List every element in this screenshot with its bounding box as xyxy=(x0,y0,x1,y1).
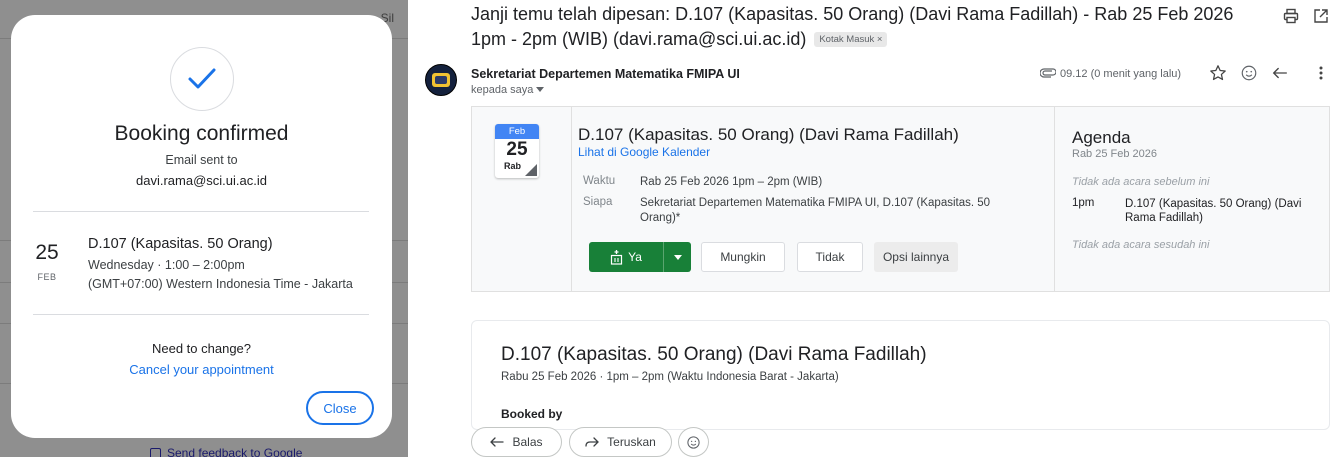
divider xyxy=(33,314,369,315)
booking-confirmation-dialog: Booking confirmed Email sent to davi.ram… xyxy=(11,15,392,438)
rsvp-more-options-button[interactable]: Opsi lainnya xyxy=(874,242,958,272)
who-label: Siapa xyxy=(583,196,613,208)
avatar-logo-shape xyxy=(435,76,447,84)
event-timezone: (GMT+07:00) Western Indonesia Time - Jak… xyxy=(88,277,353,291)
event-title: D.107 (Kapasitas. 50 Orang) xyxy=(88,236,273,252)
body-title: D.107 (Kapasitas. 50 Orang) (Davi Rama F… xyxy=(501,344,927,365)
forward-button[interactable]: Teruskan xyxy=(569,427,672,457)
recipient-label: kepada saya xyxy=(471,84,534,96)
recipient-details-toggle[interactable]: kepada saya xyxy=(471,84,545,96)
reply-label: Balas xyxy=(512,435,543,449)
email-sent-label: Email sent to xyxy=(165,153,238,167)
emoji-reaction-button[interactable] xyxy=(678,427,709,457)
divider xyxy=(33,211,369,212)
feedback-icon xyxy=(150,447,161,457)
email-subject: Janji temu telah dipesan: D.107 (Kapasit… xyxy=(471,2,1271,52)
rsvp-yes-dropdown[interactable] xyxy=(663,242,691,272)
body-subtitle: Rabu 25 Feb 2026 · 1pm – 2pm (Waktu Indo… xyxy=(501,371,839,383)
when-value: Rab 25 Feb 2026 1pm – 2pm (WIB) xyxy=(640,176,823,188)
subject-line-2: 1pm - 2pm (WIB) (davi.rama@sci.ui.ac.id) xyxy=(471,29,807,49)
more-vert-icon[interactable] xyxy=(1318,64,1324,87)
reply-icon[interactable] xyxy=(1271,64,1289,87)
calendar-invite-card: Feb 25 Rab D.107 (Kapasitas. 50 Orang) (… xyxy=(471,106,1330,292)
forward-label: Teruskan xyxy=(607,435,656,449)
emoji-icon[interactable] xyxy=(1240,64,1258,87)
calendar-month: Feb xyxy=(495,124,539,139)
card-divider xyxy=(571,107,572,291)
reply-arrow-icon xyxy=(490,437,505,447)
message-timestamp: 09.12 (0 menit yang lalu) xyxy=(1060,68,1182,80)
print-icon[interactable] xyxy=(1283,8,1299,29)
calendar-date-icon: Feb 25 Rab xyxy=(495,124,539,178)
agenda-none-before: Tidak ada acara sebelum ini xyxy=(1072,176,1210,188)
need-change-label: Need to change? xyxy=(151,341,252,356)
cancel-appointment-link[interactable]: Cancel your appointment xyxy=(11,362,392,377)
page-fold-icon xyxy=(525,164,537,176)
close-button[interactable]: Close xyxy=(306,391,374,425)
send-feedback-link[interactable]: Send feedback to Google xyxy=(150,446,302,457)
screenshot-root: s, Sil Send feedback to Google Booking c… xyxy=(0,0,1341,457)
event-date-month: FEB xyxy=(37,272,57,282)
agenda-event-title[interactable]: D.107 (Kapasitas. 50 Orang) (Davi Rama F… xyxy=(1125,197,1320,225)
when-label: Waktu xyxy=(583,175,616,187)
sender-avatar xyxy=(425,64,457,96)
confirmation-email: davi.rama@sci.ui.ac.id xyxy=(136,173,267,188)
calendar-add-icon xyxy=(610,249,623,265)
subject-line-1: Janji temu telah dipesan: D.107 (Kapasit… xyxy=(471,4,1234,24)
sender-name[interactable]: Sekretariat Departemen Matematika FMIPA … xyxy=(471,67,740,81)
subject-line-2-row: 1pm - 2pm (WIB) (davi.rama@sci.ui.ac.id)… xyxy=(471,27,1271,52)
rsvp-no-button[interactable]: Tidak xyxy=(797,242,863,272)
checkmark-icon xyxy=(170,47,234,111)
agenda-event-time: 1pm xyxy=(1072,197,1095,209)
dialog-title: Booking confirmed xyxy=(114,122,289,145)
dropdown-arrow-icon xyxy=(673,254,682,260)
agenda-date: Rab 25 Feb 2026 xyxy=(1072,148,1158,160)
chevron-down-icon xyxy=(536,87,545,92)
reply-button[interactable]: Balas xyxy=(471,427,562,457)
email-body-card: D.107 (Kapasitas. 50 Orang) (Davi Rama F… xyxy=(471,320,1330,430)
paperclip-icon xyxy=(1039,67,1057,81)
rsvp-yes-split-button: Ya xyxy=(589,242,691,272)
message-meta: 09.12 (0 menit yang lalu) xyxy=(1039,64,1182,84)
rsvp-maybe-button[interactable]: Mungkin xyxy=(701,242,785,272)
rsvp-yes-button[interactable]: Ya xyxy=(589,242,663,272)
card-divider xyxy=(1054,107,1055,291)
agenda-title: Agenda xyxy=(1072,128,1131,147)
inbox-label-chip[interactable]: Kotak Masuk × xyxy=(814,32,888,47)
emoji-icon xyxy=(687,435,700,449)
view-in-calendar-link[interactable]: Lihat di Google Kalender xyxy=(578,145,710,159)
star-icon[interactable] xyxy=(1209,64,1227,87)
send-feedback-label: Send feedback to Google xyxy=(167,446,303,457)
calendar-day: 25 xyxy=(506,139,528,160)
forward-arrow-icon xyxy=(585,437,600,447)
invite-title: D.107 (Kapasitas. 50 Orang) (Davi Rama F… xyxy=(578,125,959,144)
agenda-none-after: Tidak ada acara sesudah ini xyxy=(1072,239,1210,251)
booked-by-label: Booked by xyxy=(501,407,563,421)
open-in-new-icon[interactable] xyxy=(1313,8,1329,29)
rsvp-yes-label: Ya xyxy=(628,250,642,264)
event-date-day: 25 xyxy=(35,241,59,264)
who-value: Sekretariat Departemen Matematika FMIPA … xyxy=(640,197,991,224)
event-time: Wednesday · 1:00 – 2:00pm xyxy=(88,258,245,272)
